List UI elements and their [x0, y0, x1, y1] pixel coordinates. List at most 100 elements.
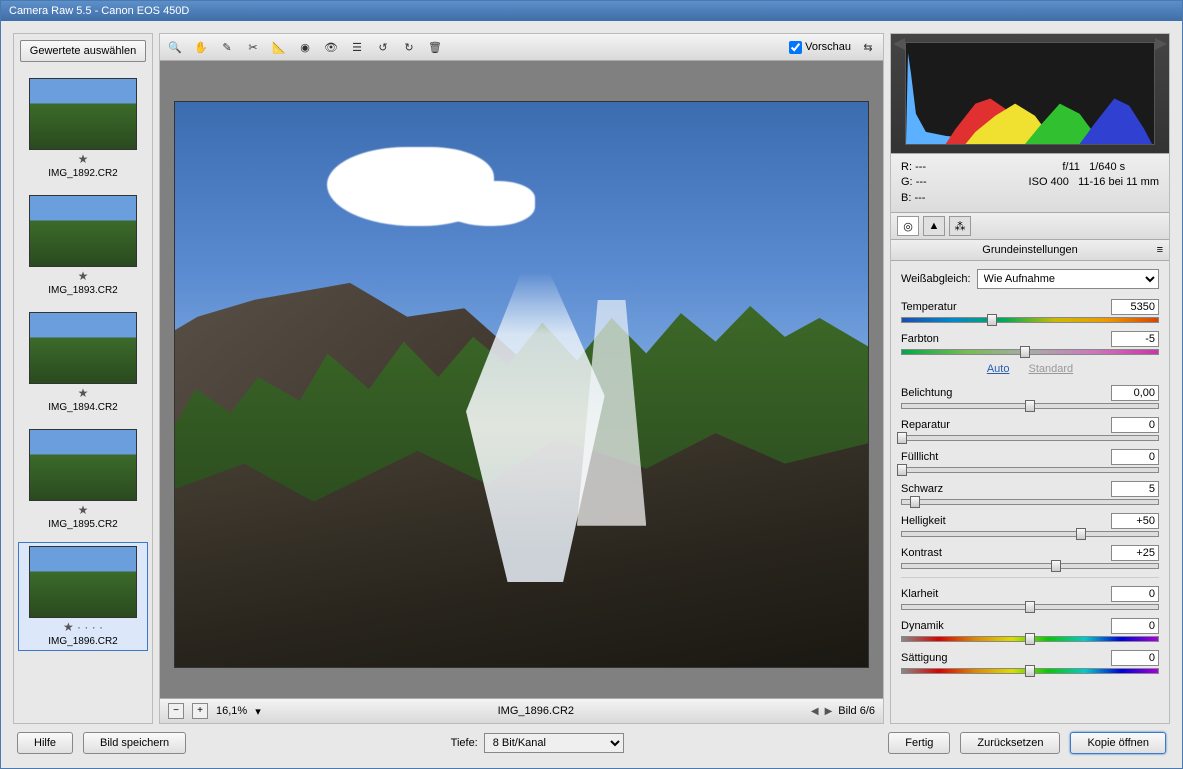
- slider-label: Fülllicht: [901, 451, 938, 463]
- slider-value-input[interactable]: [1111, 513, 1159, 529]
- preview-checkbox[interactable]: Vorschau: [789, 41, 851, 54]
- slider-track[interactable]: [901, 435, 1159, 441]
- slider-label: Helligkeit: [901, 515, 946, 527]
- crop-icon[interactable]: ✂: [244, 38, 262, 56]
- slider-value-input[interactable]: [1111, 586, 1159, 602]
- slider-temperatur: Temperatur: [901, 299, 1159, 323]
- prefs-icon[interactable]: ☰: [348, 38, 366, 56]
- slider-value-input[interactable]: [1111, 299, 1159, 315]
- zoom-dropdown-icon[interactable]: ▾: [255, 705, 261, 718]
- slider-label: Temperatur: [901, 301, 957, 313]
- thumb-item[interactable]: ★ · · · ·IMG_1896.CR2: [18, 542, 148, 651]
- help-button[interactable]: Hilfe: [17, 732, 73, 754]
- save-image-button[interactable]: Bild speichern: [83, 732, 186, 754]
- zoom-in-button[interactable]: +: [192, 703, 208, 719]
- wb-select[interactable]: Wie Aufnahme: [977, 269, 1160, 289]
- slider-track[interactable]: [901, 668, 1159, 674]
- slider-track[interactable]: [901, 317, 1159, 323]
- preview-area[interactable]: [160, 61, 883, 698]
- slider-handle[interactable]: [987, 314, 997, 326]
- slider-track[interactable]: [901, 349, 1159, 355]
- white-balance-row: Weißabgleich: Wie Aufnahme: [901, 269, 1159, 289]
- slider-track[interactable]: [901, 563, 1159, 569]
- spot-icon[interactable]: ◉: [296, 38, 314, 56]
- thumb-rating[interactable]: ★: [22, 386, 144, 400]
- slider-handle[interactable]: [1051, 560, 1061, 572]
- filmstrip-thumbs[interactable]: ★IMG_1892.CR2★IMG_1893.CR2★IMG_1894.CR2★…: [14, 68, 152, 723]
- slider-track[interactable]: [901, 403, 1159, 409]
- thumb-item[interactable]: ★IMG_1895.CR2: [18, 425, 148, 534]
- slider-track[interactable]: [901, 636, 1159, 642]
- rotate-ccw-icon[interactable]: ↺: [374, 38, 392, 56]
- slider-track[interactable]: [901, 467, 1159, 473]
- tab-basic[interactable]: ◎: [897, 216, 919, 236]
- hand-icon[interactable]: ✋: [192, 38, 210, 56]
- select-rated-button[interactable]: Gewertete auswählen: [20, 40, 146, 62]
- thumb-item[interactable]: ★IMG_1892.CR2: [18, 74, 148, 183]
- open-copy-button[interactable]: Kopie öffnen: [1070, 732, 1166, 754]
- white-balance-icon[interactable]: ✎: [218, 38, 236, 56]
- thumb-image: [29, 546, 137, 618]
- slider-belichtung: Belichtung: [901, 385, 1159, 409]
- slider-value-input[interactable]: [1111, 331, 1159, 347]
- rotate-cw-icon[interactable]: ↻: [400, 38, 418, 56]
- panel-tabs: ◎ ▲ ⁂: [891, 213, 1169, 240]
- slider-handle[interactable]: [1076, 528, 1086, 540]
- slider-value-input[interactable]: [1111, 545, 1159, 561]
- prev-image-button[interactable]: ◀: [811, 706, 819, 717]
- slider-saettigung: Sättigung: [901, 650, 1159, 674]
- highlight-clip-icon[interactable]: [1155, 38, 1167, 50]
- slider-schwarz: Schwarz: [901, 481, 1159, 505]
- thumb-item[interactable]: ★IMG_1894.CR2: [18, 308, 148, 417]
- slider-value-input[interactable]: [1111, 650, 1159, 666]
- slider-handle[interactable]: [1020, 346, 1030, 358]
- slider-fuelllicht: Fülllicht: [901, 449, 1159, 473]
- zoom-icon[interactable]: 🔍: [166, 38, 184, 56]
- slider-handle[interactable]: [897, 464, 907, 476]
- shadow-clip-icon[interactable]: [893, 38, 905, 50]
- zoom-out-button[interactable]: −: [168, 703, 184, 719]
- thumb-rating[interactable]: ★: [22, 503, 144, 517]
- slider-value-input[interactable]: [1111, 618, 1159, 634]
- preview-check-input[interactable]: [789, 41, 802, 54]
- slider-handle[interactable]: [1025, 665, 1035, 677]
- slider-handle[interactable]: [910, 496, 920, 508]
- slider-track[interactable]: [901, 604, 1159, 610]
- thumb-rating[interactable]: ★ · · · ·: [22, 620, 144, 634]
- slider-klarheit: Klarheit: [901, 586, 1159, 610]
- straighten-icon[interactable]: 📐: [270, 38, 288, 56]
- panel-menu-icon[interactable]: ≡: [1157, 244, 1163, 256]
- slider-handle[interactable]: [1025, 400, 1035, 412]
- slider-value-input[interactable]: [1111, 417, 1159, 433]
- slider-handle[interactable]: [1025, 601, 1035, 613]
- photo: [174, 101, 869, 668]
- zoom-level[interactable]: 16,1%: [216, 705, 247, 717]
- thumb-image: [29, 195, 137, 267]
- histogram[interactable]: [891, 34, 1169, 154]
- fullscreen-icon[interactable]: ⇆: [859, 38, 877, 56]
- tab-curve[interactable]: ▲: [923, 216, 945, 236]
- slider-value-input[interactable]: [1111, 481, 1159, 497]
- thumb-rating[interactable]: ★: [22, 152, 144, 166]
- depth-selector: Tiefe: 8 Bit/Kanal: [451, 733, 624, 753]
- tab-detail[interactable]: ⁂: [949, 216, 971, 236]
- slider-track[interactable]: [901, 531, 1159, 537]
- slider-track[interactable]: [901, 499, 1159, 505]
- done-button[interactable]: Fertig: [888, 732, 950, 754]
- exif-readout: R: --- G: --- B: --- f/11 1/640 s ISO 40…: [891, 154, 1169, 213]
- slider-value-input[interactable]: [1111, 449, 1159, 465]
- standard-link[interactable]: Standard: [1029, 363, 1074, 375]
- reset-button[interactable]: Zurücksetzen: [960, 732, 1060, 754]
- redeye-icon[interactable]: 👁: [322, 38, 340, 56]
- depth-select[interactable]: 8 Bit/Kanal: [484, 733, 624, 753]
- slider-value-input[interactable]: [1111, 385, 1159, 401]
- next-image-button[interactable]: ▶: [825, 706, 833, 717]
- trash-icon[interactable]: 🗑: [426, 38, 444, 56]
- page-indicator: Bild 6/6: [838, 705, 875, 717]
- auto-link[interactable]: Auto: [987, 363, 1010, 375]
- slider-handle[interactable]: [1025, 633, 1035, 645]
- bottom-bar: Hilfe Bild speichern Tiefe: 8 Bit/Kanal …: [13, 730, 1170, 756]
- thumb-item[interactable]: ★IMG_1893.CR2: [18, 191, 148, 300]
- thumb-rating[interactable]: ★: [22, 269, 144, 283]
- slider-handle[interactable]: [897, 432, 907, 444]
